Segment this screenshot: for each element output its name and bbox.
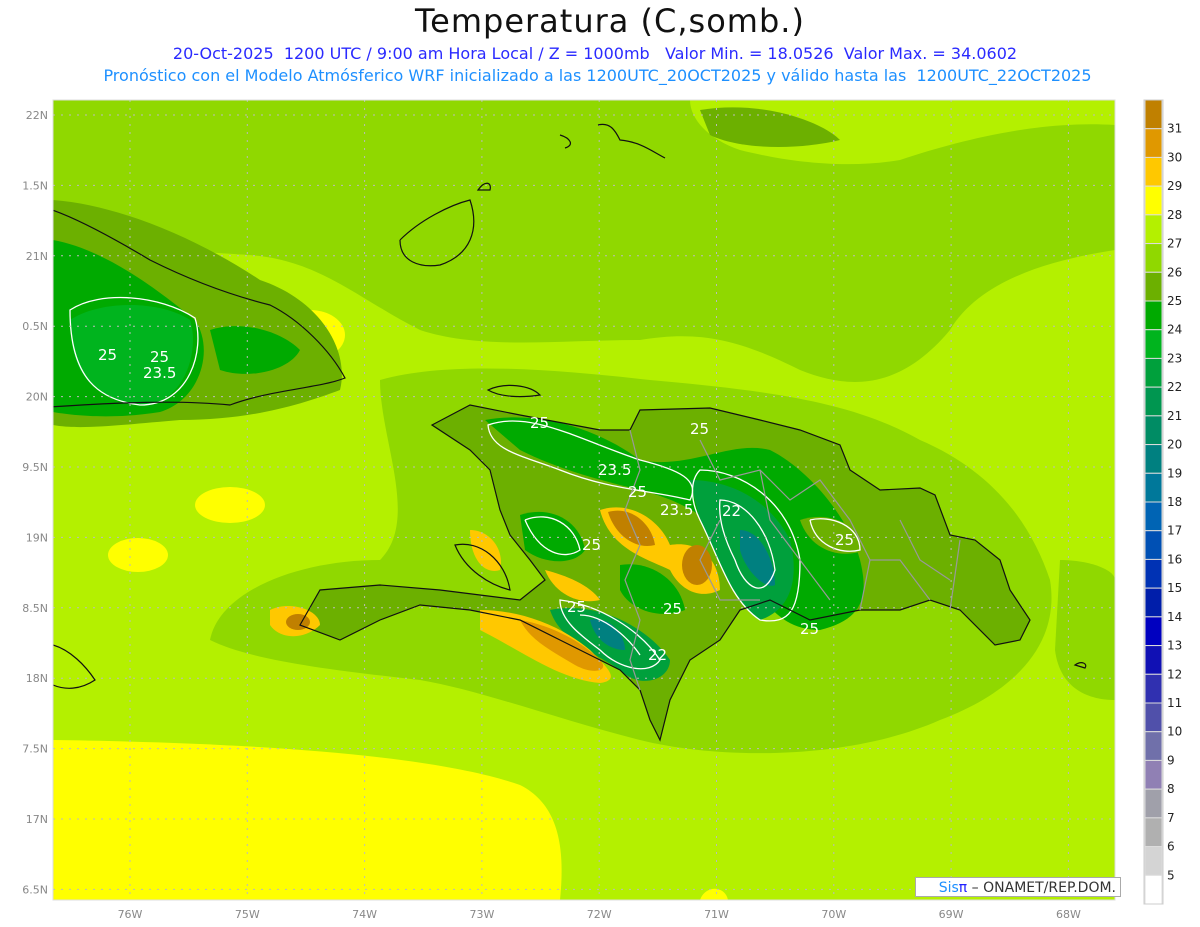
- colorbar-label: 12: [1167, 667, 1182, 681]
- lat-label: 19N: [26, 531, 48, 544]
- colorbar-swatch: [1144, 846, 1163, 876]
- contour-label: 22: [648, 646, 667, 664]
- colorbar-swatch: [1144, 788, 1163, 819]
- contour-label: 25: [530, 414, 549, 432]
- temperature-map: 25 25 23.5 25 23.5 25 25 23.5 22 25 25 25 25 22 25 22N…: [22, 99, 1182, 921]
- lon-label: 73W: [469, 908, 494, 921]
- lat-label: 22N: [26, 109, 48, 122]
- lat-label: 1.5N: [22, 179, 48, 192]
- colorbar-swatch: [1144, 616, 1163, 647]
- lat-label: 9.5N: [22, 461, 48, 474]
- colorbar-label: 23: [1167, 351, 1182, 365]
- contour-label: 25: [98, 346, 117, 364]
- colorbar-swatch: [1144, 300, 1163, 331]
- colorbar: 31 30 29 28 27 26 25 24 23 22 21 20 19 18 17 16 15 14 13 12…: [1143, 99, 1182, 905]
- colorbar-label: 25: [1167, 294, 1182, 308]
- lat-label: 21N: [26, 250, 48, 263]
- colorbar-label: 14: [1167, 610, 1182, 624]
- colorbar-label: 29: [1167, 179, 1182, 193]
- lat-label: 0.5N: [22, 320, 48, 333]
- colorbar-label: 7: [1167, 811, 1175, 825]
- contour-label: 23.5: [143, 364, 176, 382]
- colorbar-label: 30: [1167, 150, 1182, 164]
- colorbar-label: 18: [1167, 495, 1182, 509]
- colorbar-label: 5: [1167, 868, 1175, 882]
- lat-label: 20N: [26, 391, 48, 404]
- colorbar-label: 11: [1167, 696, 1182, 710]
- colorbar-swatch: [1144, 329, 1163, 359]
- lon-label: 75W: [235, 908, 260, 921]
- colorbar-swatch: [1144, 558, 1163, 589]
- colorbar-label: 17: [1167, 524, 1182, 538]
- contour-label: 25: [628, 483, 647, 501]
- colorbar-label: 21: [1167, 409, 1182, 423]
- colorbar-swatch: [1144, 501, 1163, 532]
- contour-label: 23.5: [660, 501, 693, 519]
- lon-label: 74W: [352, 908, 377, 921]
- colorbar-swatch: [1144, 128, 1163, 158]
- contour-label: 25: [800, 620, 819, 638]
- colorbar-swatch: [1144, 673, 1163, 704]
- colorbar-label: 9: [1167, 753, 1175, 767]
- temperature-field: 25 2523.52523.525 2523.52225 2525 252225: [53, 100, 1115, 900]
- contour-label: 23.5: [598, 461, 631, 479]
- lat-label: 6.5N: [22, 883, 48, 896]
- colorbar-swatch: [1144, 99, 1163, 130]
- colorbar-label: 31: [1167, 122, 1182, 136]
- lon-label: 69W: [939, 908, 964, 921]
- colorbar-label: 27: [1167, 237, 1182, 251]
- colorbar-swatch: [1144, 386, 1163, 417]
- colorbar-label: 20: [1167, 438, 1182, 452]
- lat-label: 18N: [26, 672, 48, 685]
- colorbar-swatch: [1144, 817, 1163, 848]
- contour-label: 25: [567, 598, 586, 616]
- colorbar-swatch: [1144, 357, 1163, 388]
- colorbar-swatch: [1144, 472, 1163, 503]
- colorbar-swatch: [1144, 156, 1163, 187]
- lat-label: 8.5N: [22, 602, 48, 615]
- colorbar-label: 19: [1167, 466, 1182, 480]
- contour-label: 25: [835, 531, 854, 549]
- lat-label: 17N: [26, 813, 48, 826]
- lon-label: 70W: [821, 908, 846, 921]
- colorbar-label: 8: [1167, 782, 1175, 796]
- colorbar-swatch: [1144, 874, 1163, 905]
- colorbar-label: 28: [1167, 208, 1182, 222]
- lon-label: 72W: [587, 908, 612, 921]
- colorbar-label: 24: [1167, 323, 1182, 337]
- logo-pi: π: [958, 880, 968, 896]
- lat-label: 7.5N: [22, 743, 48, 756]
- colorbar-swatch: [1144, 243, 1163, 273]
- lon-label: 68W: [1056, 908, 1081, 921]
- lon-label: 76W: [118, 908, 143, 921]
- colorbar-swatch: [1144, 587, 1163, 618]
- colorbar-swatch: [1144, 759, 1163, 790]
- contour-label: 25: [690, 420, 709, 438]
- colorbar-swatch: [1144, 645, 1163, 675]
- lon-label: 71W: [704, 908, 729, 921]
- colorbar-label: 15: [1167, 581, 1182, 595]
- contour-label: 22: [722, 502, 741, 520]
- colorbar-swatch: [1144, 214, 1163, 245]
- colorbar-label: 16: [1167, 552, 1182, 566]
- colorbar-swatch: [1144, 731, 1163, 761]
- colorbar-swatch: [1144, 444, 1163, 474]
- colorbar-swatch: [1144, 702, 1163, 733]
- colorbar-label: 13: [1167, 639, 1182, 653]
- logo-text: – ONAMET/REP.DOM.: [967, 880, 1116, 896]
- sispi-onamet-logo: Sisπ – ONAMET/REP.DOM.: [915, 877, 1121, 897]
- colorbar-swatch: [1144, 415, 1163, 446]
- colorbar-label: 6: [1167, 840, 1175, 854]
- colorbar-label: 10: [1167, 725, 1182, 739]
- colorbar-label: 22: [1167, 380, 1182, 394]
- colorbar-swatch: [1144, 185, 1163, 216]
- colorbar-label: 26: [1167, 265, 1182, 279]
- colorbar-swatch: [1144, 530, 1163, 560]
- logo-sis: Sis: [938, 880, 959, 896]
- contour-label: 25: [582, 536, 601, 554]
- contour-label: 25: [663, 600, 682, 618]
- colorbar-swatch: [1144, 271, 1163, 302]
